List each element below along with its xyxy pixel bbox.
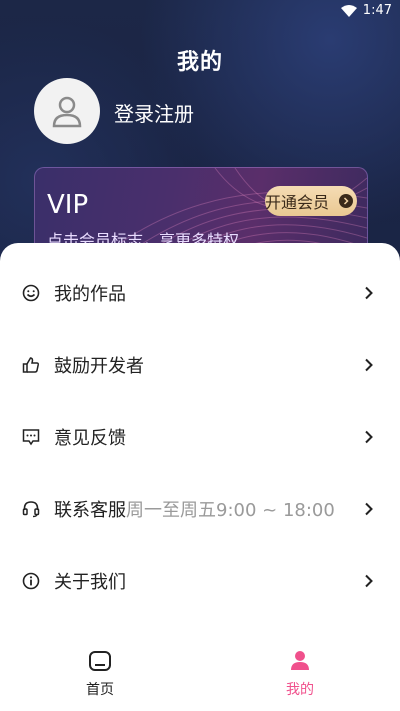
chevron-right-icon [365,286,373,300]
headset-icon [22,500,40,518]
tab-label: 首页 [86,682,114,698]
open-membership-button[interactable]: 开通会员 [264,186,357,216]
login-register-link[interactable]: 登录注册 [114,98,194,127]
status-bar: 1:47 [0,0,400,22]
status-time: 1:47 [362,3,392,18]
service-hours: 周一至周五9:00 ~ 18:00 [126,500,335,521]
avatar[interactable] [34,78,100,144]
thumbs-up-icon [22,356,40,374]
chevron-right-icon [365,574,373,588]
chevron-right-icon [365,358,373,372]
wifi-icon [340,4,357,17]
menu-item-label: 鼓励开发者 [54,356,144,377]
chevron-right-icon [339,194,353,208]
open-membership-label: 开通会员 [264,193,329,212]
vip-title: VIP [47,190,89,220]
menu-item-label: 我的作品 [54,284,126,305]
tab-home[interactable]: 首页 [60,650,140,699]
menu-item-feedback[interactable]: 意见反馈 [0,415,400,459]
menu-item-encourage-developer[interactable]: 鼓励开发者 [0,343,400,387]
menu-item-about-us[interactable]: 关于我们 [0,559,400,603]
user-avatar-icon [52,96,82,128]
feedback-message-icon [22,428,40,446]
menu-item-customer-service[interactable]: 联系客服周一至周五9:00 ~ 18:00 [0,487,400,531]
menu-item-title: 联系客服 [54,500,126,521]
menu-item-label: 联系客服周一至周五9:00 ~ 18:00 [54,496,335,522]
tab-mine[interactable]: 我的 [260,650,340,699]
chevron-right-icon [365,430,373,444]
person-icon [291,651,309,670]
smile-icon [22,284,40,302]
info-icon [22,572,40,590]
page-title: 我的 [176,50,223,75]
bottom-tab-bar: 首页 我的 [0,640,400,711]
menu-item-my-works[interactable]: 我的作品 [0,271,400,315]
home-icon [89,651,111,671]
tab-label: 我的 [286,682,314,698]
chevron-right-icon [365,502,373,516]
menu-item-label: 意见反馈 [54,428,126,449]
menu-item-label: 关于我们 [54,572,126,593]
